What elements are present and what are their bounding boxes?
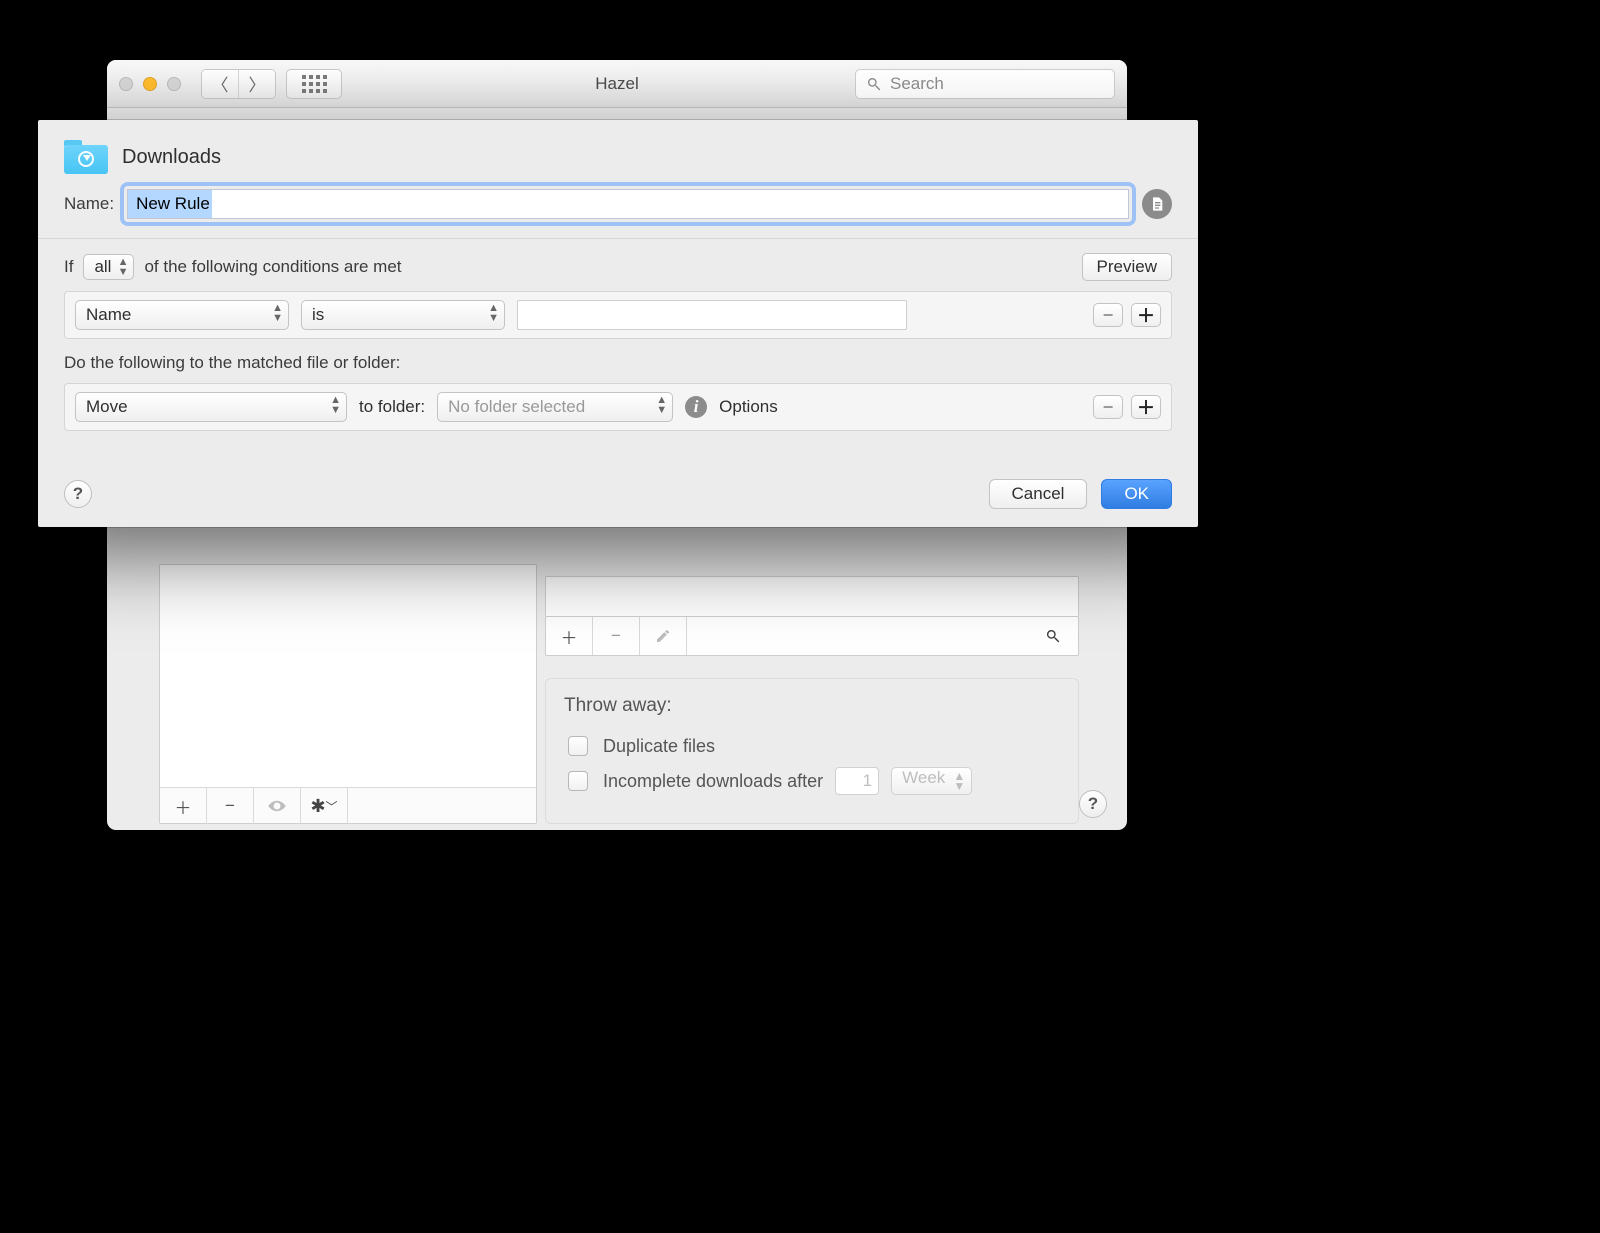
- target-folder-value: No folder selected: [448, 397, 585, 417]
- nav-back-forward: 〈 〉: [201, 69, 276, 99]
- nav-forward-button[interactable]: 〉: [238, 70, 275, 98]
- condition-operator-value: is: [312, 305, 324, 325]
- rules-search-button[interactable]: [1028, 617, 1078, 655]
- window-controls: [119, 77, 181, 91]
- window-minimize-icon[interactable]: [143, 77, 157, 91]
- ok-button[interactable]: OK: [1101, 479, 1172, 509]
- throw-away-title: Throw away:: [564, 695, 1060, 717]
- folder-actions-button[interactable]: ✱ ﹀: [301, 788, 348, 824]
- action-verb-value: Move: [86, 397, 128, 417]
- cancel-label: Cancel: [1012, 484, 1065, 504]
- search-field[interactable]: Search: [855, 69, 1115, 99]
- options-label: Options: [719, 397, 778, 417]
- throw-away-panel: Throw away: Duplicate files Incomplete d…: [545, 678, 1079, 824]
- stepper-icon: ▲▼: [118, 257, 129, 277]
- condition-add-remove: − ＋: [1093, 303, 1161, 327]
- sheet-header: Downloads: [38, 120, 1198, 186]
- pencil-icon: [655, 628, 671, 644]
- name-label: Name:: [64, 194, 114, 214]
- to-folder-label: to folder:: [359, 397, 425, 417]
- action-verb-select[interactable]: Move ▲▼: [75, 392, 347, 422]
- incomplete-unit-value: Week: [902, 768, 945, 787]
- actions-header: Do the following to the matched file or …: [64, 353, 1172, 373]
- help-button[interactable]: ?: [1079, 790, 1107, 818]
- duplicate-files-label: Duplicate files: [603, 736, 715, 757]
- note-icon: [1149, 196, 1165, 212]
- remove-rule-button[interactable]: −: [593, 617, 640, 655]
- add-action-button[interactable]: ＋: [1131, 395, 1161, 419]
- sheet-footer: ? Cancel OK: [38, 473, 1198, 527]
- add-rule-button[interactable]: ＋: [546, 617, 593, 655]
- duplicate-files-checkbox[interactable]: [568, 736, 588, 756]
- downloads-folder-icon: [64, 140, 108, 174]
- name-focus-ring: [124, 186, 1132, 222]
- eye-icon: [266, 799, 288, 813]
- window-close-icon[interactable]: [119, 77, 133, 91]
- search-placeholder: Search: [890, 74, 944, 94]
- right-column: ＋ − Throw away: Duplicate files I: [545, 576, 1079, 824]
- nav-back-button[interactable]: 〈: [202, 70, 238, 98]
- incomplete-value-field[interactable]: [835, 767, 879, 795]
- folder-name: Downloads: [122, 146, 221, 169]
- notes-button[interactable]: [1142, 189, 1172, 219]
- condition-attribute-value: Name: [86, 305, 131, 325]
- incomplete-downloads-checkbox[interactable]: [568, 771, 588, 791]
- preview-button[interactable]: Preview: [1082, 253, 1172, 281]
- condition-row: Name ▲▼ is ▲▼ − ＋: [64, 291, 1172, 339]
- add-folder-button[interactable]: ＋: [160, 788, 207, 824]
- stepper-icon: ▲▼: [953, 771, 965, 791]
- quantifier-select[interactable]: all ▲▼: [83, 254, 134, 280]
- grid-icon: [302, 75, 327, 93]
- action-add-remove: − ＋: [1093, 395, 1161, 419]
- target-folder-select[interactable]: No folder selected ▲▼: [437, 392, 673, 422]
- name-row: Name:: [38, 186, 1198, 238]
- edit-rule-button[interactable]: [640, 617, 687, 655]
- add-condition-button[interactable]: ＋: [1131, 303, 1161, 327]
- show-all-button[interactable]: [286, 69, 342, 99]
- remove-condition-button[interactable]: −: [1093, 303, 1123, 327]
- incomplete-unit-select[interactable]: Week ▲▼: [891, 767, 972, 795]
- condition-value-input[interactable]: [517, 300, 907, 330]
- condition-operator-select[interactable]: is ▲▼: [301, 300, 505, 330]
- stepper-icon: ▲▼: [272, 303, 283, 323]
- folders-toolbar: ＋ − ✱ ﹀: [160, 787, 536, 823]
- stepper-icon: ▲▼: [488, 303, 499, 323]
- search-icon: [1045, 628, 1061, 644]
- action-row: Move ▲▼ to folder: No folder selected ▲▼…: [64, 383, 1172, 431]
- stepper-icon: ▲▼: [330, 395, 341, 415]
- preview-label: Preview: [1097, 257, 1157, 277]
- cancel-button[interactable]: Cancel: [989, 479, 1088, 509]
- conditions-section: If all ▲▼ of the following conditions ar…: [38, 238, 1198, 437]
- condition-attribute-select[interactable]: Name ▲▼: [75, 300, 289, 330]
- folders-list: ＋ − ✱ ﹀: [159, 564, 537, 824]
- conditions-rest-label: of the following conditions are met: [144, 257, 401, 277]
- search-icon: [866, 76, 882, 92]
- incomplete-downloads-label: Incomplete downloads after: [603, 771, 823, 792]
- remove-folder-button[interactable]: −: [207, 788, 254, 824]
- rule-name-input[interactable]: [127, 189, 1129, 219]
- rule-editor-sheet: Downloads Name: If all ▲▼ of the followi…: [38, 120, 1198, 527]
- rules-list[interactable]: [545, 576, 1079, 616]
- rules-toolbar: ＋ −: [545, 616, 1079, 656]
- info-icon[interactable]: i: [685, 396, 707, 418]
- sheet-help-button[interactable]: ?: [64, 480, 92, 508]
- titlebar: 〈 〉 Hazel Search: [107, 60, 1127, 108]
- window-zoom-icon[interactable]: [167, 77, 181, 91]
- ok-label: OK: [1124, 484, 1149, 504]
- condition-sentence: If all ▲▼ of the following conditions ar…: [64, 253, 1172, 281]
- quantifier-value: all: [94, 257, 111, 277]
- preview-folder-button[interactable]: [254, 788, 301, 824]
- if-label: If: [64, 257, 73, 277]
- stepper-icon: ▲▼: [656, 395, 667, 415]
- remove-action-button[interactable]: −: [1093, 395, 1123, 419]
